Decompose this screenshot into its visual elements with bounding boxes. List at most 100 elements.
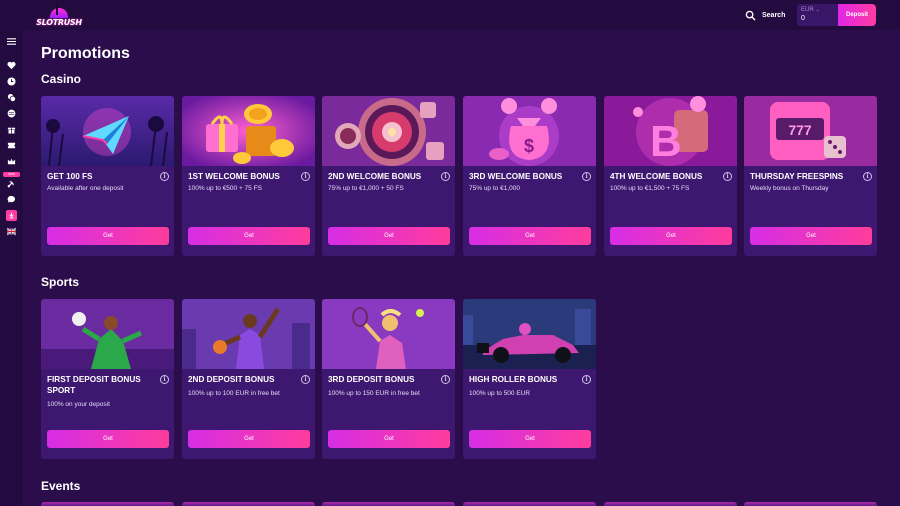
sidebar-item-vip[interactable] [0,153,23,169]
info-icon[interactable]: i [160,172,169,181]
event-card[interactable] [463,502,596,506]
section-title-events: Events [41,479,81,493]
balance-amount: 0 [801,15,805,22]
currency-selector[interactable]: EUR ⌄ 0 [797,4,839,26]
heart-icon [7,61,16,69]
sidebar-item-recent[interactable] [0,73,23,89]
promo-title: GET 100 FS [47,172,93,181]
get-bonus-button[interactable]: Get [328,430,450,448]
promo-title: 2ND WELCOME BONUS [328,172,422,181]
promo-card-first-deposit-sport: FIRST DEPOSIT BONUS SPORT i 100% on your… [41,299,174,459]
promo-description: 100% up to €1,500 + 75 FS [610,185,690,192]
info-icon[interactable]: i [160,375,169,384]
crown-icon [7,158,16,164]
svg-text:777: 777 [788,122,812,138]
currency-code: EUR [801,7,814,13]
promo-card-2nd-welcome: 2ND WELCOME BONUS i 75% up to €1,000 + 5… [322,96,455,256]
uk-flag-icon [7,227,16,235]
promo-description: Available after one deposit [47,185,124,192]
event-card[interactable] [604,502,737,506]
get-bonus-button[interactable]: Get [750,227,872,245]
promo-card-3rd-deposit: 3RD DEPOSIT BONUS i 100% up to 150 EUR i… [322,299,455,459]
promo-title: 1ST WELCOME BONUS [188,172,280,181]
promo-card-2nd-deposit: 2ND DEPOSIT BONUS i 100% up to 100 EUR i… [182,299,315,459]
new-badge: NEW [3,172,20,177]
promo-image-bitcoin: B [604,96,737,166]
promo-description: 75% up to €1,000 + 50 FS [328,185,404,192]
promo-description: 100% up to €500 + 75 FS [188,185,262,192]
promo-description: 100% on your deposit [47,401,110,408]
event-card[interactable] [744,502,877,506]
sidebar: NEW [0,30,23,506]
promo-image-formula-car [463,299,596,369]
promo-title: HIGH ROLLER BONUS [469,375,558,384]
sidebar-menu[interactable] [0,33,23,49]
info-icon[interactable]: i [582,172,591,181]
promo-title: FIRST DEPOSIT BONUS SPORT [47,375,141,395]
get-bonus-button[interactable]: Get [469,227,591,245]
deposit-button[interactable]: Deposit [838,4,876,26]
get-bonus-button[interactable]: Get [47,227,169,245]
top-header: SLOTRUSH Search EUR ⌄ 0 Deposit [0,0,900,30]
promo-image-slot-machine: 777 [744,96,877,166]
slotrush-logo[interactable]: SLOTRUSH [36,3,82,27]
get-bonus-button[interactable]: Get [610,227,732,245]
sidebar-item-tournaments[interactable] [0,137,23,153]
svg-text:B: B [650,117,682,166]
ticket-icon [7,142,16,148]
promo-description: 100% up to 100 EUR in free bet [188,390,280,397]
get-bonus-button[interactable]: Get [328,227,450,245]
event-card[interactable] [322,502,455,506]
promo-image-roulette [322,96,455,166]
search-button[interactable]: Search [745,8,785,22]
sidebar-item-live-casino[interactable] [0,89,23,105]
promo-title: 2ND DEPOSIT BONUS [188,375,275,384]
svg-text:$: $ [524,136,534,156]
info-icon[interactable]: i [723,172,732,181]
sidebar-item-promotions[interactable] [0,121,23,137]
chips-icon [7,93,16,102]
promo-title: 3RD DEPOSIT BONUS [328,375,415,384]
sidebar-item-language[interactable] [0,223,23,239]
info-icon[interactable]: i [441,375,450,384]
promo-card-4th-welcome: B 4TH WELCOME BONUS i 100% up to €1,500 … [604,96,737,256]
section-title-sports: Sports [41,275,80,289]
promo-title: 3RD WELCOME BONUS [469,172,563,181]
promo-image-basketball [182,299,315,369]
promo-title: THURSDAY FREESPINS [750,172,844,181]
ball-icon [7,109,16,117]
promo-card-1st-welcome: 1ST WELCOME BONUS i 100% up to €500 + 75… [182,96,315,256]
chat-icon [7,195,16,203]
info-icon[interactable]: i [582,375,591,384]
gift-icon [7,127,16,134]
logo-palm [56,3,62,15]
sidebar-item-download[interactable] [0,207,23,223]
promo-description: 100% up to 500 EUR [469,390,531,397]
logo-text: SLOTRUSH [36,18,82,27]
get-bonus-button[interactable]: Get [47,430,169,448]
satellite-icon [7,180,14,187]
info-icon[interactable]: i [301,172,310,181]
promo-card-3rd-welcome: $ 3RD WELCOME BONUS i 75% up to €1,000 G… [463,96,596,256]
info-icon[interactable]: i [301,375,310,384]
event-card[interactable] [182,502,315,506]
promo-description: Weekly bonus on Thursday [750,185,829,192]
search-icon [745,10,756,21]
sidebar-item-chat[interactable] [0,191,23,207]
sidebar-item-favorites[interactable] [0,57,23,73]
menu-icon [7,37,16,45]
chevron-down-icon: ⌄ [815,7,820,13]
sidebar-item-sports[interactable] [0,105,23,121]
sidebar-item-new[interactable]: NEW [0,172,23,191]
get-bonus-button[interactable]: Get [188,227,310,245]
event-card[interactable] [41,502,174,506]
get-bonus-button[interactable]: Get [188,430,310,448]
promo-image-paper-plane [41,96,174,166]
promo-image-soccer [41,299,174,369]
get-bonus-button[interactable]: Get [469,430,591,448]
download-icon [6,209,17,221]
promo-description: 75% up to €1,000 [469,185,520,192]
info-icon[interactable]: i [441,172,450,181]
info-icon[interactable]: i [863,172,872,181]
promo-card-get-100-fs: GET 100 FS i Available after one deposit… [41,96,174,256]
